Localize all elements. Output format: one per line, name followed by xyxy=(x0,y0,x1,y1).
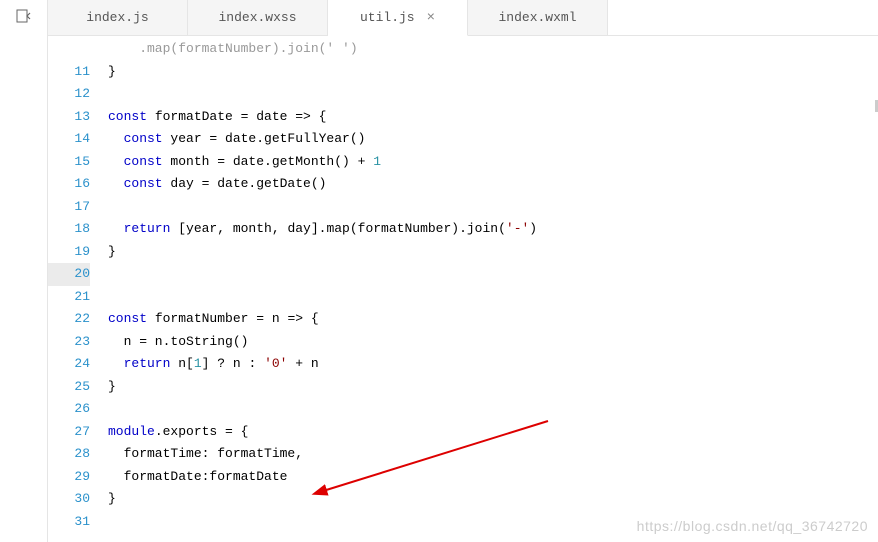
tab-label: index.wxss xyxy=(218,10,296,25)
code-line xyxy=(108,263,878,286)
line-number: 14 xyxy=(48,128,90,151)
code-line: const formatDate = date => { xyxy=(108,106,878,129)
line-number: 29 xyxy=(48,466,90,489)
code-line: return n[1] ? n : '0' + n xyxy=(108,353,878,376)
line-number: 31 xyxy=(48,511,90,534)
line-number: 28 xyxy=(48,443,90,466)
code-line xyxy=(108,398,878,421)
tab-index-wxss[interactable]: index.wxss xyxy=(188,0,328,35)
code-line xyxy=(108,83,878,106)
line-number: 12 xyxy=(48,83,90,106)
line-number-gutter: . 11 12 13 14 15 16 17 18 19 20 21 22 23… xyxy=(48,36,108,542)
code-line: const day = date.getDate() xyxy=(108,173,878,196)
tab-util-js[interactable]: util.js × xyxy=(328,0,468,36)
close-icon[interactable]: × xyxy=(427,10,435,26)
tab-index-wxml[interactable]: index.wxml xyxy=(468,0,608,35)
code-editor[interactable]: . 11 12 13 14 15 16 17 18 19 20 21 22 23… xyxy=(48,36,878,542)
code-line: return [year, month, day].map(formatNumb… xyxy=(108,218,878,241)
line-number: 15 xyxy=(48,151,90,174)
line-number: 20 xyxy=(48,263,90,286)
line-number: 24 xyxy=(48,353,90,376)
code-line: .map(formatNumber).join(' ') xyxy=(108,38,878,61)
line-number: 16 xyxy=(48,173,90,196)
tab-label: index.js xyxy=(86,10,148,25)
code-line xyxy=(108,286,878,309)
line-number: 21 xyxy=(48,286,90,309)
code-line: } xyxy=(108,61,878,84)
line-number: . xyxy=(48,38,90,61)
code-line: const year = date.getFullYear() xyxy=(108,128,878,151)
code-line: } xyxy=(108,376,878,399)
line-number: 25 xyxy=(48,376,90,399)
code-line: n = n.toString() xyxy=(108,331,878,354)
line-number: 19 xyxy=(48,241,90,264)
code-line: } xyxy=(108,488,878,511)
watermark-text: https://blog.csdn.net/qq_36742720 xyxy=(637,518,868,534)
code-line: } xyxy=(108,241,878,264)
line-number: 17 xyxy=(48,196,90,219)
tab-bar: index.js index.wxss util.js × index.wxml xyxy=(48,0,878,36)
line-number: 30 xyxy=(48,488,90,511)
collapse-panel-icon[interactable] xyxy=(16,8,32,24)
code-line: formatDate:formatDate xyxy=(108,466,878,489)
line-number: 26 xyxy=(48,398,90,421)
line-number: 11 xyxy=(48,61,90,84)
code-line: const formatNumber = n => { xyxy=(108,308,878,331)
line-number: 23 xyxy=(48,331,90,354)
tab-label: util.js xyxy=(360,10,415,25)
tab-index-js[interactable]: index.js xyxy=(48,0,188,35)
code-line: module.exports = { xyxy=(108,421,878,444)
line-number: 27 xyxy=(48,421,90,444)
line-number: 18 xyxy=(48,218,90,241)
sidebar-gutter xyxy=(0,0,48,542)
code-line: const month = date.getMonth() + 1 xyxy=(108,151,878,174)
code-content[interactable]: .map(formatNumber).join(' ') } const for… xyxy=(108,36,878,542)
code-line: formatTime: formatTime, xyxy=(108,443,878,466)
code-line xyxy=(108,196,878,219)
tab-label: index.wxml xyxy=(498,10,576,25)
line-number: 22 xyxy=(48,308,90,331)
line-number: 13 xyxy=(48,106,90,129)
